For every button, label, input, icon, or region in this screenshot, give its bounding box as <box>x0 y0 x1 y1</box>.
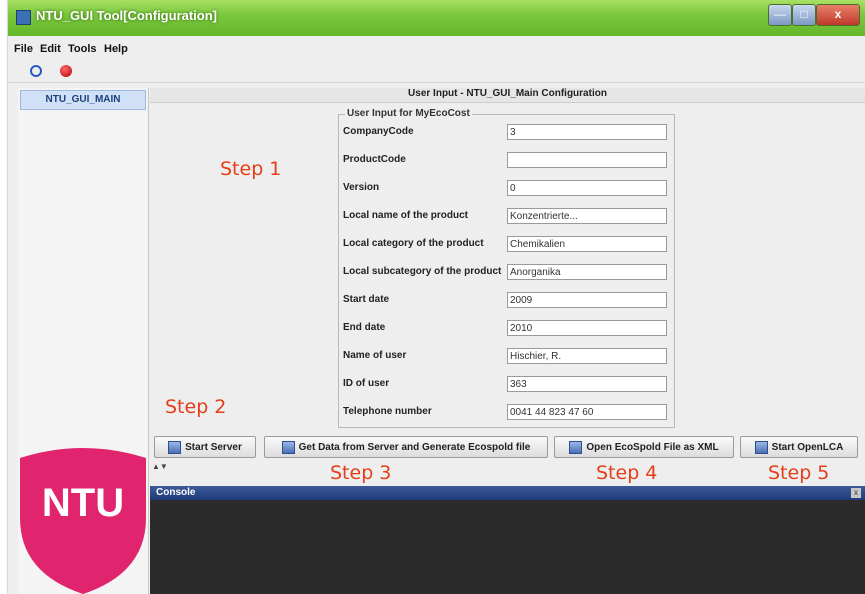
server-icon <box>168 440 182 454</box>
label-local-name: Local name of the product <box>343 210 469 221</box>
label-start-date: Start date <box>343 294 390 305</box>
local-subcategory-field[interactable]: Anorganika <box>507 264 667 280</box>
menu-bar: File Edit Tools Help <box>8 40 865 58</box>
close-button[interactable]: x <box>816 4 860 26</box>
label-local-subcategory: Local subcategory of the product <box>343 266 502 277</box>
version-field[interactable]: 0 <box>507 180 667 196</box>
label-id-of-user: ID of user <box>343 378 390 389</box>
stop-icon[interactable] <box>60 65 72 77</box>
start-server-button[interactable]: Start Server <box>154 436 256 458</box>
label-version: Version <box>343 182 380 193</box>
company-code-field[interactable]: 3 <box>507 124 667 140</box>
start-server-label: Start Server <box>185 442 242 453</box>
menu-tools[interactable]: Tools <box>68 43 97 55</box>
title-bar[interactable]: NTU_GUI Tool[Configuration] — □ x <box>8 0 865 36</box>
id-of-user-field[interactable]: 363 <box>507 376 667 392</box>
tree-item-ntu-gui-main[interactable]: NTU_GUI_MAIN <box>20 90 146 110</box>
label-local-category: Local category of the product <box>343 238 484 249</box>
openlca-icon <box>754 440 768 454</box>
console-title: Console <box>156 487 196 498</box>
split-divider-arrows[interactable]: ▲▼ <box>152 462 168 471</box>
menu-edit[interactable]: Edit <box>40 43 61 55</box>
main-panel: User Input - NTU_GUI_Main Configuration … <box>150 88 865 594</box>
sidebar: NTU_GUI_MAIN NTU <box>18 88 149 594</box>
help-icon[interactable] <box>30 65 42 77</box>
generate-icon <box>281 440 295 454</box>
app-icon <box>16 10 31 25</box>
step-5-label: Step 5 <box>768 462 830 484</box>
console-header: Console x <box>150 486 865 500</box>
action-button-row: Start Server Get Data from Server and Ge… <box>150 434 865 460</box>
panel-title: User Input - NTU_GUI_Main Configuration <box>150 88 865 103</box>
maximize-button[interactable]: □ <box>792 4 816 26</box>
label-product-code: ProductCode <box>343 154 406 165</box>
local-category-field[interactable]: Chemikalien <box>507 236 667 252</box>
step-1-label: Step 1 <box>220 158 282 180</box>
minimize-button[interactable]: — <box>768 4 792 26</box>
console-panel: Console x <box>150 486 865 594</box>
toolbar <box>8 60 865 83</box>
form-legend: User Input for MyEcoCost <box>345 108 472 119</box>
window-title: NTU_GUI Tool[Configuration] <box>36 8 218 23</box>
start-openlca-button[interactable]: Start OpenLCA <box>740 436 858 458</box>
get-data-button[interactable]: Get Data from Server and Generate Ecospo… <box>264 436 548 458</box>
ntu-logo: NTU <box>20 448 146 594</box>
open-xml-button[interactable]: Open EcoSpold File as XML <box>554 436 734 458</box>
menu-file[interactable]: File <box>14 43 33 55</box>
product-code-field[interactable] <box>507 152 667 168</box>
xml-icon <box>569 440 583 454</box>
label-company-code: CompanyCode <box>343 126 414 137</box>
get-data-label: Get Data from Server and Generate Ecospo… <box>298 442 531 453</box>
ntu-logo-text: NTU <box>42 481 124 525</box>
app-window: NTU_GUI Tool[Configuration] — □ x File E… <box>8 0 865 594</box>
user-input-form: User Input for MyEcoCost CompanyCode 3 P… <box>338 108 675 428</box>
label-end-date: End date <box>343 322 386 333</box>
step-2-label: Step 2 <box>165 396 227 418</box>
step-3-label: Step 3 <box>330 462 392 484</box>
label-telephone-number: Telephone number <box>343 406 432 417</box>
start-date-field[interactable]: 2009 <box>507 292 667 308</box>
telephone-number-field[interactable]: 0041 44 823 47 60 <box>507 404 667 420</box>
start-openlca-label: Start OpenLCA <box>771 442 844 453</box>
console-close-icon[interactable]: x <box>851 488 861 498</box>
name-of-user-field[interactable]: Hischier, R. <box>507 348 667 364</box>
end-date-field[interactable]: 2010 <box>507 320 667 336</box>
step-4-label: Step 4 <box>596 462 658 484</box>
local-name-field[interactable]: Konzentrierte... <box>507 208 667 224</box>
open-xml-label: Open EcoSpold File as XML <box>586 442 719 453</box>
menu-help[interactable]: Help <box>104 43 128 55</box>
label-name-of-user: Name of user <box>343 350 407 361</box>
